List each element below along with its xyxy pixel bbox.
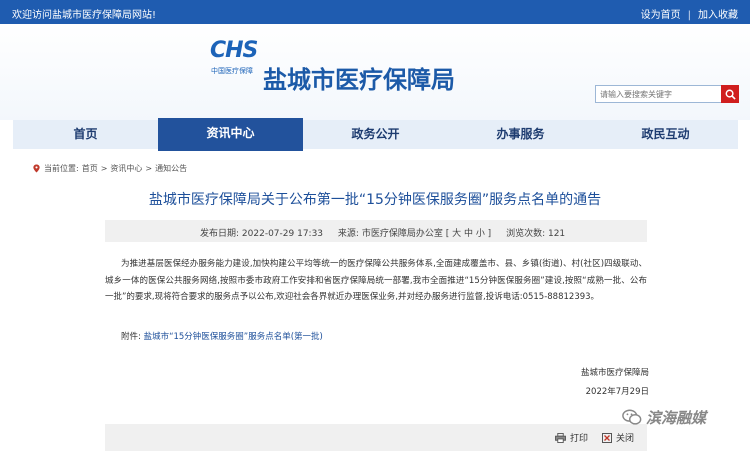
breadcrumb-current[interactable]: 通知公告 <box>155 163 187 174</box>
attachment: 附件: 盐城市“15分钟医保服务圈”服务点名单(第一批) <box>121 330 323 342</box>
article-body: 为推进基层医保经办服务能力建设,加快构建公平均等统一的医疗保障公共服务体系,全面… <box>105 259 647 302</box>
signature-org: 盐城市医疗保障局 <box>580 368 649 378</box>
nav-item-news-center[interactable]: 资讯中心 <box>158 118 303 151</box>
print-button[interactable]: 打印 <box>555 431 588 444</box>
search-input[interactable] <box>595 85 723 103</box>
main-nav: 首页 资讯中心 政务公开 办事服务 政民互动 <box>13 118 738 151</box>
breadcrumb-separator: > <box>100 164 108 173</box>
watermark: 滨海融媒 <box>622 407 706 428</box>
nav-item-services[interactable]: 办事服务 <box>448 120 593 149</box>
nav-item-home[interactable]: 首页 <box>13 120 158 149</box>
publish-date-label: 发布日期: <box>200 229 240 239</box>
watermark-text: 滨海融媒 <box>646 409 707 427</box>
location-pin-icon <box>33 164 40 173</box>
print-label: 打印 <box>570 434 589 444</box>
source-label: 来源: <box>337 229 359 239</box>
search-box <box>595 85 739 103</box>
logo-abbr: CHS <box>210 38 258 63</box>
search-icon <box>725 89 736 100</box>
breadcrumb-prefix: 当前位置: <box>44 164 79 173</box>
article-title: 盐城市医疗保障局关于公布第一批“15分钟医保服务圈”服务点名单的通告 <box>148 192 602 208</box>
set-home-link[interactable]: 设为首页 <box>641 10 681 21</box>
publish-date: 2022-07-29 17:33 <box>241 229 324 239</box>
signature-date: 2022年7月29日 <box>585 387 649 397</box>
breadcrumb-separator: > <box>145 164 153 173</box>
views-label: 浏览次数: <box>506 229 546 239</box>
top-link-separator: | <box>687 10 691 21</box>
wechat-icon <box>622 409 642 425</box>
add-favorite-link[interactable]: 加入收藏 <box>698 10 738 21</box>
close-label: 关闭 <box>616 434 635 444</box>
welcome-text: 欢迎访问盐城市医疗保障局网站! <box>12 10 157 21</box>
search-button[interactable] <box>721 85 739 103</box>
chs-logo[interactable]: CHS 中国医疗保障 <box>210 38 258 92</box>
nav-item-gov-affairs[interactable]: 政务公开 <box>303 120 448 149</box>
logo-subtitle: 中国医疗保障 <box>211 67 253 75</box>
attachment-label: 附件: <box>121 332 141 342</box>
close-icon <box>602 432 612 443</box>
nav-item-interaction[interactable]: 政民互动 <box>593 120 738 149</box>
breadcrumb-home[interactable]: 首页 <box>82 163 98 174</box>
top-links: 设为首页 | 加入收藏 <box>641 6 738 21</box>
breadcrumb: 当前位置: 首页 > 资讯中心 > 通知公告 <box>32 163 187 174</box>
close-button[interactable]: 关闭 <box>602 431 634 444</box>
breadcrumb-section[interactable]: 资讯中心 <box>110 163 142 174</box>
attachment-link[interactable]: 盐城市“15分钟医保服务圈”服务点名单(第一批) <box>144 332 323 342</box>
article-meta-bar: 发布日期: 2022-07-29 17:33 来源: 市医疗保障局办公室 [ 大… <box>105 220 647 242</box>
printer-icon <box>555 432 566 443</box>
site-title: 盐城市医疗保障局 <box>263 66 455 94</box>
source-value: 市医疗保障局办公室 <box>361 229 443 239</box>
article-actions-bar: 打印 关闭 <box>105 424 647 451</box>
top-bar: 欢迎访问盐城市医疗保障局网站! 设为首页 | 加入收藏 <box>0 0 750 24</box>
views-count: 121 <box>547 229 566 239</box>
font-size-control[interactable]: [ 大 中 小 ] <box>446 229 491 239</box>
